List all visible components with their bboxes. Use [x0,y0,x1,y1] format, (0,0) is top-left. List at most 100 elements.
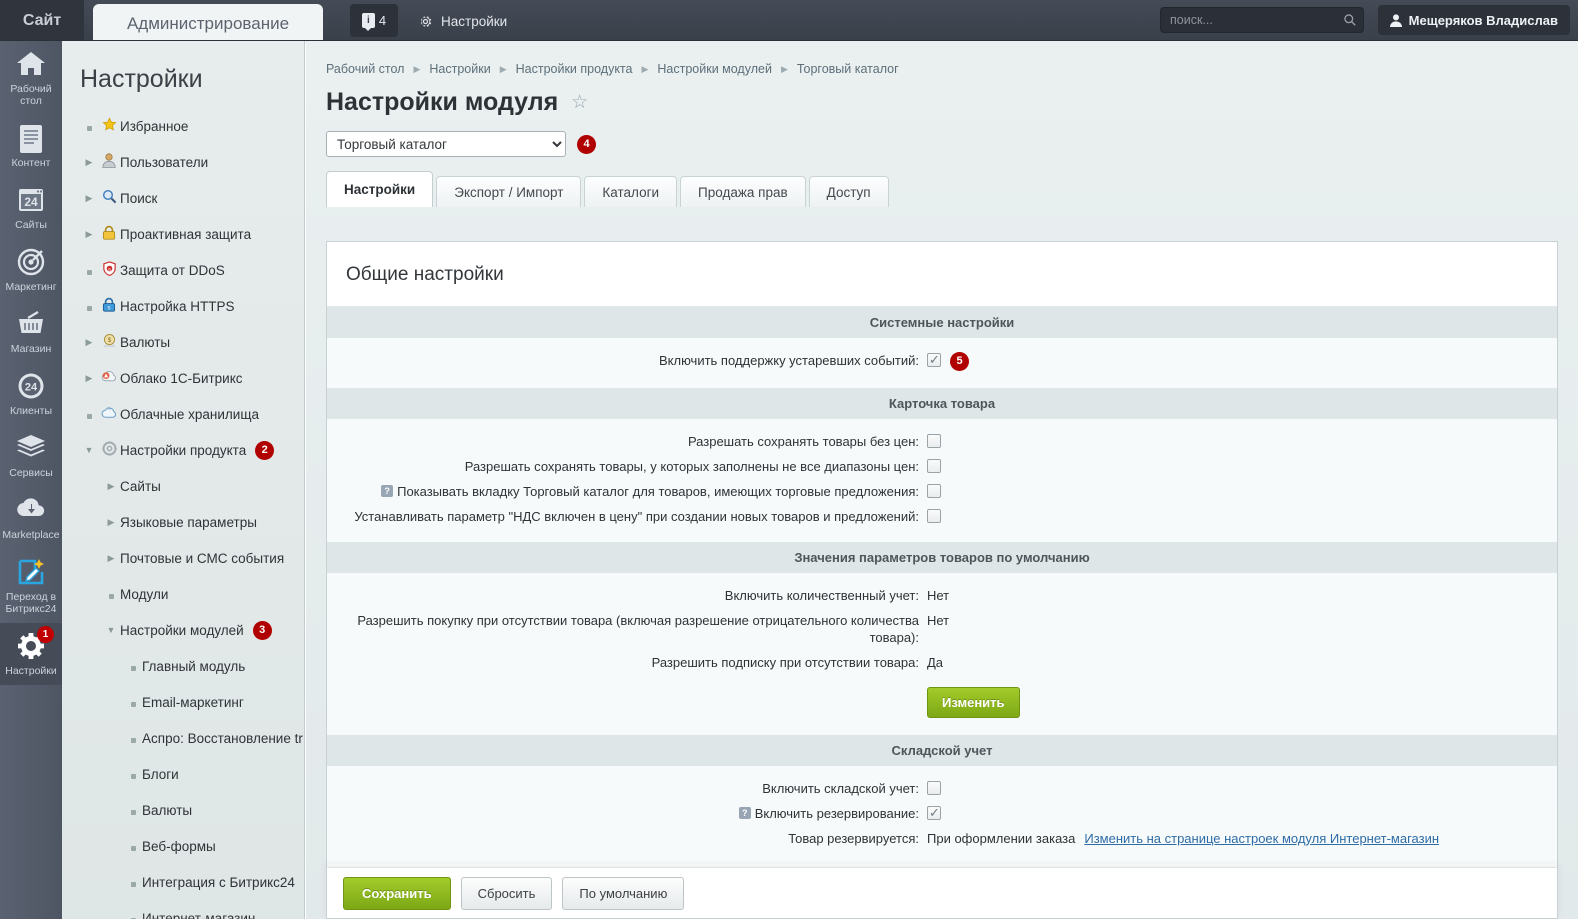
notifications-count: 4 [378,13,387,28]
checkbox[interactable] [927,459,941,473]
rail-item-10[interactable]: Настройки 1 [0,623,62,685]
rail-item-1[interactable]: Рабочий стол [0,41,62,115]
tree-item-17[interactable]: Аспро: Восстановление tr [62,720,304,756]
tree-item-7[interactable]: ▶ Облако 1С-Битрикс [62,360,304,396]
breadcrumb-item-0[interactable]: Рабочий стол [326,62,404,76]
tree-item-9[interactable]: ▼ Настройки продукта 2 [62,432,304,468]
bullet-icon[interactable] [124,875,142,890]
bullet-icon[interactable] [124,839,142,854]
chevron-right-icon[interactable]: ▶ [80,229,98,240]
tree-item-5[interactable]: s Настройка HTTPS [62,288,304,324]
circle-24-icon: 24 [0,372,62,402]
svg-text:24: 24 [24,195,38,209]
bullet-icon[interactable] [80,299,98,314]
breadcrumb-item-1[interactable]: Настройки [429,62,490,76]
chevron-right-icon[interactable]: ▶ [80,373,98,384]
tree-item-20[interactable]: Веб-формы [62,828,304,864]
bullet-icon[interactable] [80,263,98,278]
checkbox[interactable] [927,434,941,448]
checkbox[interactable] [927,484,941,498]
tree-item-3[interactable]: ▶ Проактивная защита [62,216,304,252]
bullet-icon[interactable] [124,659,142,674]
tree-item-11[interactable]: ▶ Языковые параметры [62,504,304,540]
tab-1[interactable]: Экспорт / Импорт [436,176,582,207]
star-outline-icon[interactable]: ☆ [571,91,588,114]
rail-item-3[interactable]: 24 Сайты [0,177,62,239]
chevron-down-icon[interactable]: ▼ [102,625,120,635]
edit-defaults-button[interactable]: Изменить [927,687,1020,718]
bullet-icon[interactable] [124,695,142,710]
search-icon[interactable] [1343,13,1357,27]
tree-item-6[interactable]: ▶ $ Валюты [62,324,304,360]
checkbox[interactable] [927,804,941,821]
chevron-right-icon[interactable]: ▶ [102,553,120,564]
save-button[interactable]: Сохранить [343,876,451,910]
default-button[interactable]: По умолчанию [562,876,685,910]
chevron-right-icon[interactable]: ▶ [80,193,98,204]
search-box[interactable] [1160,7,1364,33]
tree-item-16[interactable]: Email-маркетинг [62,684,304,720]
help-icon[interactable]: ? [738,807,751,819]
tab-0[interactable]: Настройки [326,171,434,207]
checkbox[interactable] [927,351,941,368]
bullet-icon[interactable] [124,731,142,746]
tree-item-10[interactable]: ▶ Сайты [62,468,304,504]
notifications-button[interactable]: i 4 [350,4,398,37]
bullet-icon[interactable] [80,119,98,134]
settings-tree-title: Настройки [80,65,203,93]
tree-item-12[interactable]: ▶ Почтовые и СМС события [62,540,304,576]
reset-button[interactable]: Сбросить [460,876,553,910]
chevron-right-icon[interactable]: ▶ [80,337,98,348]
bullet-icon[interactable] [124,803,142,818]
topbar-settings-link[interactable]: Настройки [418,10,507,32]
checkbox[interactable] [927,781,941,795]
rail-item-9[interactable]: Переход в Битрикс24 [0,549,62,623]
chevron-down-icon[interactable]: ▼ [80,445,98,455]
form-value [927,780,941,795]
breadcrumb-item-2[interactable]: Настройки продукта [516,62,633,76]
rail-item-label: Клиенты [9,405,53,417]
rail-item-4[interactable]: Маркетинг [0,239,62,301]
breadcrumb-item-4[interactable]: Торговый каталог [797,62,899,76]
tree-item-13[interactable]: Модули [62,576,304,612]
tree-item-14[interactable]: ▼ Настройки модулей 3 [62,612,304,648]
value-text: При оформлении заказа [927,831,1076,846]
form-value [927,804,941,821]
tab-3[interactable]: Продажа прав [680,176,806,207]
bullet-icon[interactable] [102,587,120,602]
module-select[interactable]: Торговый каталог [326,131,566,157]
tree-item-19[interactable]: Валюты [62,792,304,828]
tab-2[interactable]: Каталоги [584,176,678,207]
tree-item-8[interactable]: Облачные хранилища [62,396,304,432]
checkbox[interactable] [927,509,941,523]
tab-4[interactable]: Доступ [808,176,889,207]
bullet-icon[interactable] [124,911,142,919]
bullet-icon[interactable] [124,767,142,782]
rail-item-8[interactable]: Marketplace [0,487,62,549]
tree-item-22[interactable]: Интернет-магазин [62,900,304,919]
search-input[interactable] [1170,13,1343,27]
chevron-right-icon[interactable]: ▶ [80,157,98,168]
rail-item-7[interactable]: Сервисы [0,425,62,487]
tree-item-21[interactable]: Интеграция с Битрикс24 [62,864,304,900]
rail-item-5[interactable]: Магазин [0,301,62,363]
rail-item-6[interactable]: 24 Клиенты [0,363,62,425]
breadcrumb-item-3[interactable]: Настройки модулей [657,62,772,76]
value-link[interactable]: Изменить на странице настроек модуля Инт… [1084,830,1439,847]
rail-item-2[interactable]: Контент [0,115,62,177]
tree-item-1[interactable]: ▶ Пользователи [62,144,304,180]
user-menu-button[interactable]: Мещеряков Владислав [1377,5,1570,35]
tree-item-label: Настройки модулей [120,622,244,638]
help-icon[interactable]: ? [381,485,394,497]
annotation-badge-2: 2 [255,440,275,460]
tree-item-18[interactable]: Блоги [62,756,304,792]
tree-item-2[interactable]: ▶ Поиск [62,180,304,216]
tab-site[interactable]: Сайт [0,0,84,41]
tree-item-4[interactable]: 6 Защита от DDoS [62,252,304,288]
bullet-icon[interactable] [80,407,98,422]
chevron-right-icon[interactable]: ▶ [102,481,120,492]
tree-item-15[interactable]: Главный модуль [62,648,304,684]
chevron-right-icon[interactable]: ▶ [102,517,120,528]
tab-administration[interactable]: Администрирование [93,4,323,44]
tree-item-0[interactable]: Избранное [62,108,304,144]
